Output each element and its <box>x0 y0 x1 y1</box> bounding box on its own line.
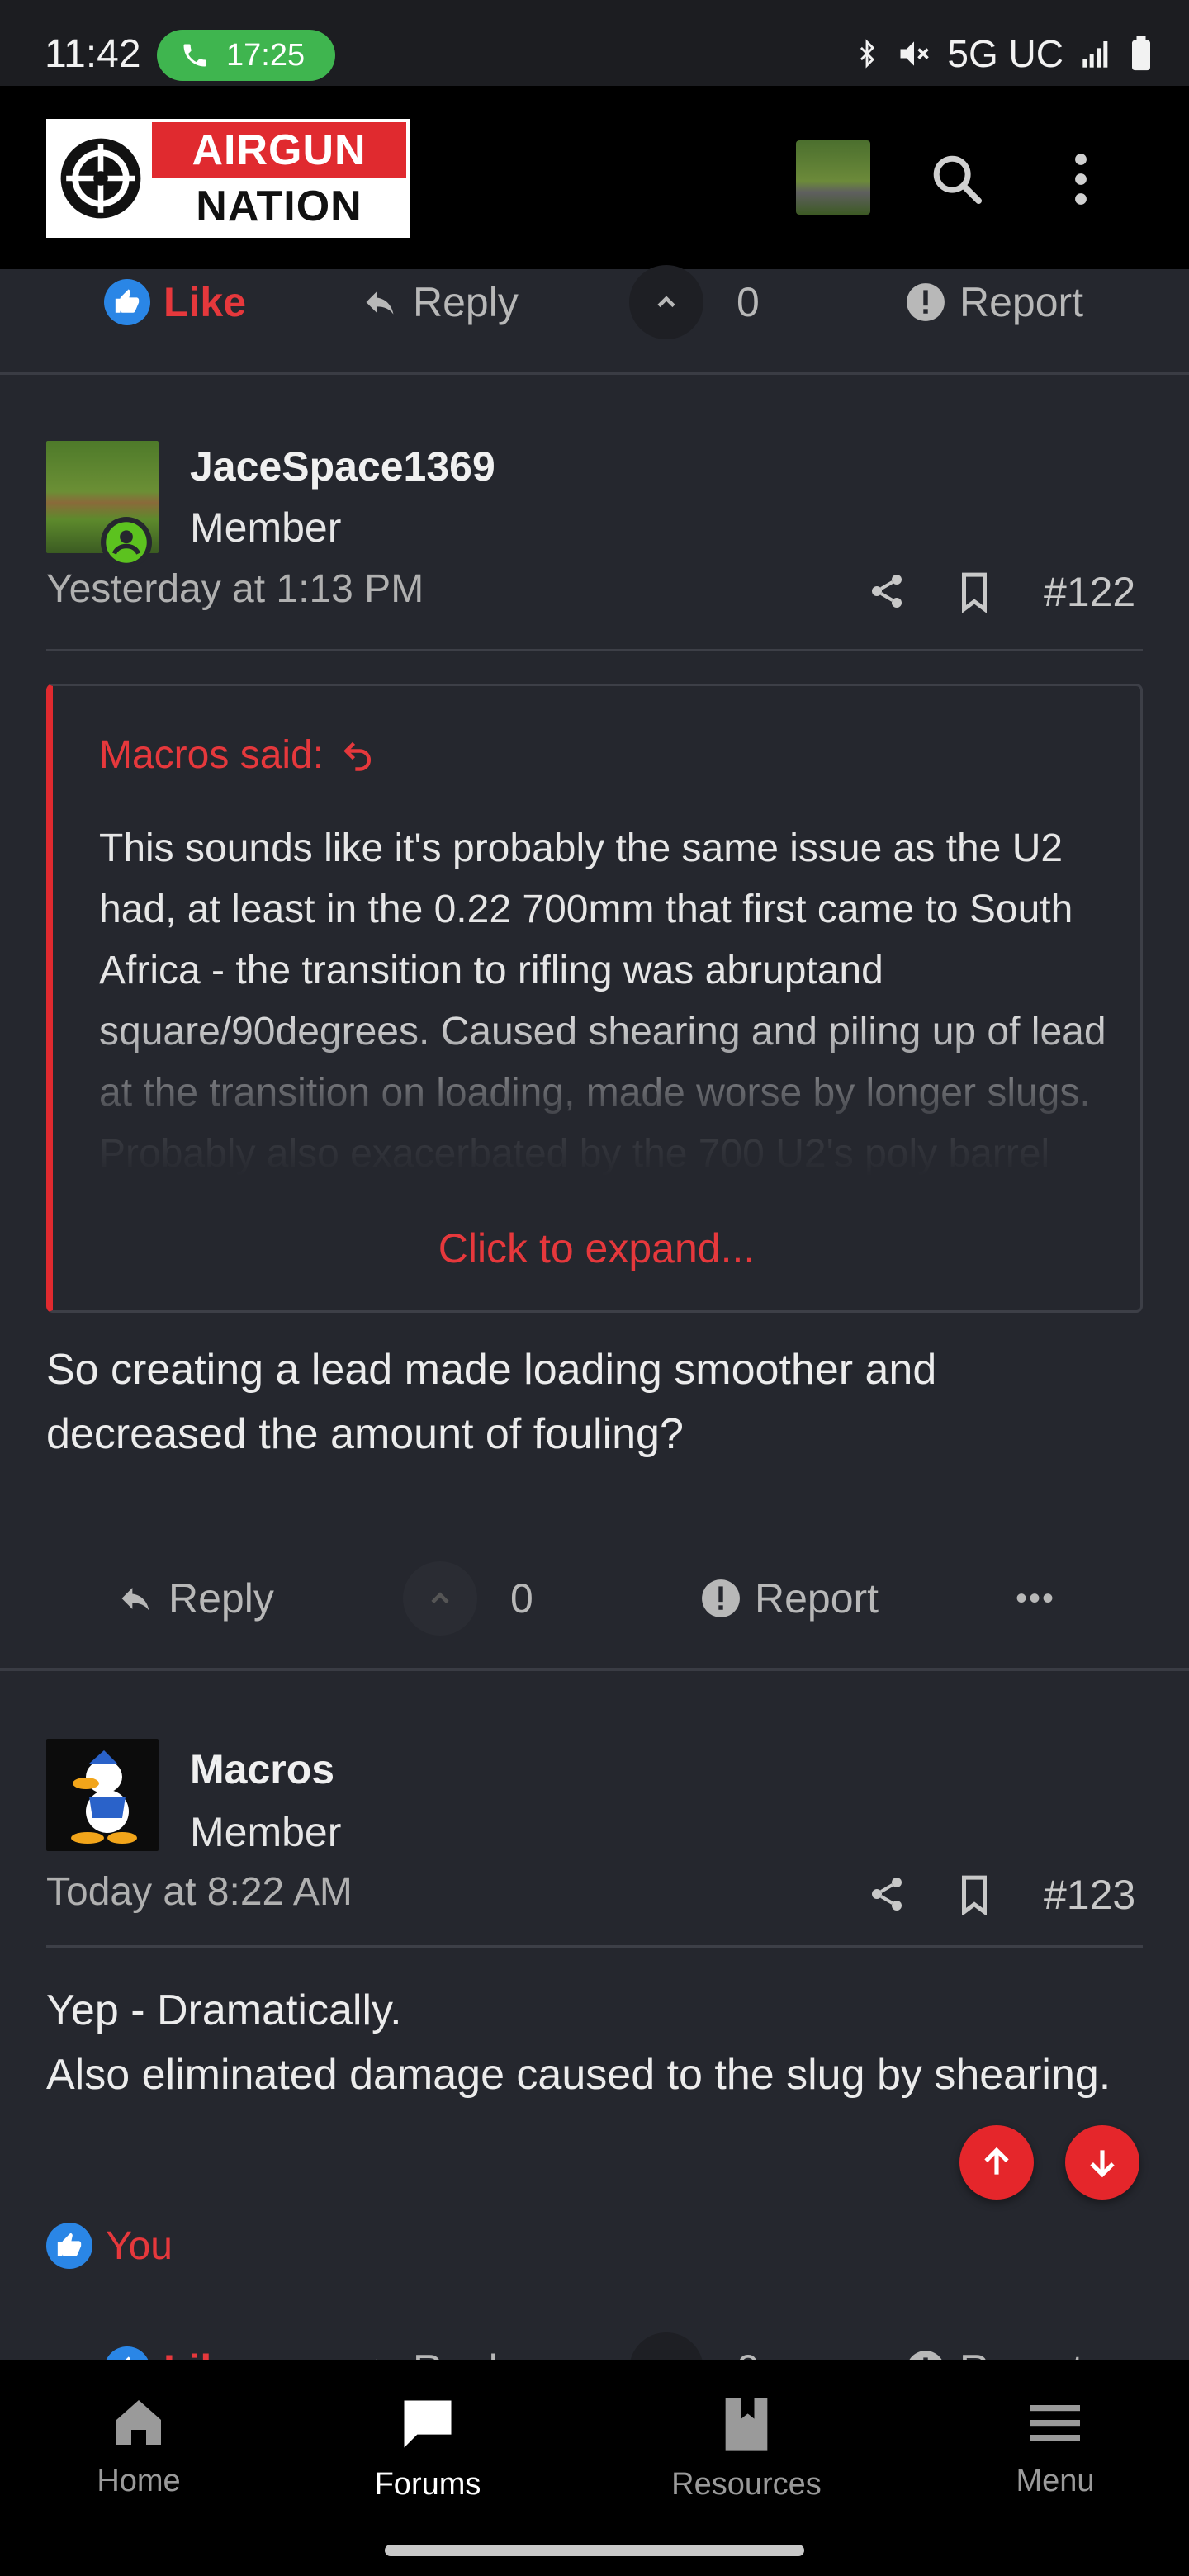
post-actions: Reply 0 Report ••• <box>0 1549 1189 1648</box>
report-button[interactable]: Report <box>700 1574 879 1622</box>
alert-icon <box>907 283 945 321</box>
nav-resources[interactable]: Resources <box>623 2393 870 2503</box>
quote-author-label: Macros said: <box>99 733 324 777</box>
thumbs-up-icon <box>46 2223 92 2269</box>
post-header-rule <box>46 649 1143 651</box>
phone-icon <box>183 44 206 67</box>
reply-label: Reply <box>413 279 519 325</box>
battery-icon <box>1132 36 1150 71</box>
jump-to-quote-icon <box>343 741 372 771</box>
post-number[interactable]: #122 <box>1044 568 1135 616</box>
thumbs-up-icon <box>104 279 150 325</box>
nav-label: Forums <box>374 2467 481 2502</box>
user-avatar[interactable] <box>796 140 870 215</box>
chevron-up-icon <box>657 296 675 308</box>
reply-button[interactable]: Reply <box>360 278 519 326</box>
quote-author[interactable]: Macros said: <box>99 732 377 778</box>
more-options-button[interactable]: ••• <box>1016 1580 1055 1617</box>
post-username[interactable]: JaceSpace1369 <box>190 443 495 490</box>
bookmark-icon[interactable] <box>958 571 991 617</box>
post-user-role: Member <box>190 504 342 551</box>
post-body-line: Also eliminated damage caused to the slu… <box>46 2051 1111 2099</box>
report-label: Report <box>959 279 1084 325</box>
status-icons: 5G UC <box>853 31 1153 76</box>
crosshair-icon <box>50 122 152 234</box>
post-user-role: Member <box>190 1809 342 1855</box>
search-icon[interactable] <box>921 144 992 215</box>
status-bar: 11:42 17:25 5G UC <box>0 0 1189 86</box>
post-timestamp[interactable]: Today at 8:22 AM <box>46 1869 353 1915</box>
arrow-down-icon <box>1090 2150 1115 2178</box>
vote-control: 0 <box>629 265 760 339</box>
share-icon[interactable] <box>867 570 907 617</box>
scroll-up-button[interactable] <box>959 2125 1034 2200</box>
bottom-navigation: Home Forums Resources Menu <box>0 2360 1189 2576</box>
home-indicator[interactable] <box>385 2545 804 2556</box>
more-horiz-icon: ••• <box>1016 1579 1056 1617</box>
post-body: So creating a lead made loading smoother… <box>46 1346 937 1458</box>
alert-icon <box>702 1579 740 1617</box>
vote-count: 0 <box>737 279 760 325</box>
book-icon <box>725 2398 768 2451</box>
online-status-icon <box>101 517 152 568</box>
vote-control: 0 <box>403 1561 533 1636</box>
post-username[interactable]: Macros <box>190 1745 334 1793</box>
quote-block: Macros said: This sounds like it's proba… <box>46 684 1143 1313</box>
like-button[interactable]: Like <box>104 278 246 326</box>
reply-label: Reply <box>168 1575 274 1622</box>
prev-post-actions: Like Reply 0 Report <box>0 253 1189 352</box>
scroll-down-button[interactable] <box>1065 2125 1139 2200</box>
nav-home[interactable]: Home <box>15 2393 263 2499</box>
bluetooth-icon <box>860 39 875 69</box>
post-divider <box>0 1668 1189 1671</box>
upvote-button[interactable] <box>403 1561 477 1636</box>
upvote-button[interactable] <box>629 265 703 339</box>
nav-forums[interactable]: Forums <box>304 2393 552 2503</box>
call-duration: 17:25 <box>226 37 306 73</box>
reaction-summary[interactable]: You <box>46 2223 173 2269</box>
report-button[interactable]: Report <box>905 278 1083 326</box>
call-indicator[interactable]: 17:25 <box>157 30 335 81</box>
hamburger-menu-icon <box>1030 2405 1080 2441</box>
nav-menu[interactable]: Menu <box>931 2393 1179 2499</box>
home-icon <box>116 2400 161 2445</box>
reply-button[interactable]: Reply <box>116 1574 274 1622</box>
post-header-rule <box>46 1945 1143 1948</box>
expand-quote-link[interactable]: Click to expand... <box>53 1224 1140 1272</box>
more-vert-icon[interactable] <box>1045 144 1116 215</box>
logo-text-bottom: NATION <box>152 178 406 234</box>
like-label: Like <box>163 279 247 325</box>
bookmark-icon[interactable] <box>958 1874 991 1920</box>
reply-icon <box>121 1588 149 1611</box>
reply-icon <box>366 291 394 315</box>
share-icon[interactable] <box>867 1873 907 1920</box>
signal-icon <box>1082 41 1108 68</box>
nav-label: Home <box>97 2464 181 2498</box>
app-header: AIRGUN NATION <box>0 86 1189 269</box>
post-number[interactable]: #123 <box>1044 1871 1135 1919</box>
nav-label: Resources <box>671 2467 822 2502</box>
post-divider <box>0 372 1189 375</box>
arrow-up-icon <box>984 2147 1009 2175</box>
status-time: 11:42 <box>45 32 141 76</box>
reaction-label: You <box>106 2223 173 2268</box>
chat-bubble-icon <box>404 2400 452 2448</box>
duck-avatar-icon <box>71 1750 137 1844</box>
post-body-line: Yep - Dramatically. <box>46 1986 402 2034</box>
report-label: Report <box>755 1575 879 1622</box>
chevron-up-icon <box>431 1592 449 1604</box>
nav-label: Menu <box>1016 2464 1095 2498</box>
post-body: Yep - Dramatically. Also eliminated dama… <box>46 1978 1144 2107</box>
logo-text-top: AIRGUN <box>152 122 406 178</box>
mute-icon <box>900 41 930 66</box>
vote-count: 0 <box>510 1575 533 1622</box>
site-logo[interactable]: AIRGUN NATION <box>46 119 410 238</box>
network-label: 5G UC <box>947 32 1063 75</box>
post-avatar-macros[interactable] <box>46 1739 159 1851</box>
post-timestamp[interactable]: Yesterday at 1:13 PM <box>46 566 424 612</box>
